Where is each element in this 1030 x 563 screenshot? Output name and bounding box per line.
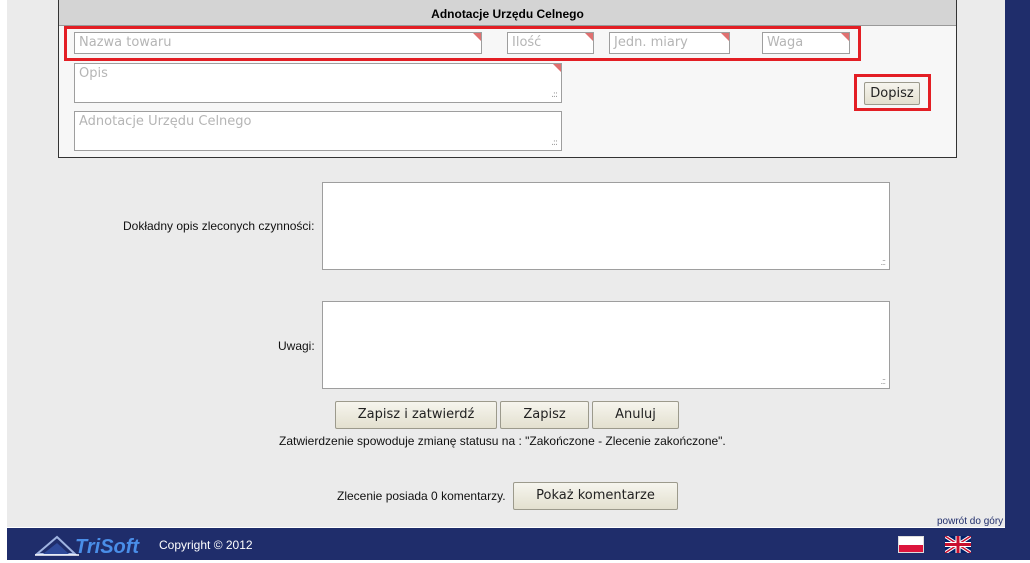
adnotacje-textarea[interactable]: Adnotacje Urzędu Celnego .:: [74,111,562,151]
zapisz-button[interactable]: Zapisz [500,401,589,429]
highlight-dopisz [854,74,931,111]
opis-czynnosci-label: Dokładny opis zleconych czynności: [123,219,315,233]
resize-grip-icon[interactable]: .:: [551,139,558,148]
required-marker-icon [553,64,561,72]
adnotacje-placeholder: Adnotacje Urzędu Celnego [79,114,252,129]
pokaz-komentarze-button[interactable]: Pokaż komentarze [513,482,678,510]
resize-grip-icon[interactable]: .:: [880,377,885,386]
opis-czynnosci-textarea[interactable]: .:: [322,182,890,270]
copyright-text: Copyright © 2012 [159,538,253,552]
resize-grip-icon[interactable]: .:: [551,91,558,100]
english-flag-icon[interactable] [944,534,972,555]
back-to-top-link[interactable]: powrót do góry [937,516,1003,527]
opis-placeholder: Opis [79,66,108,81]
footer: TriSoft Copyright © 2012 [7,528,1005,560]
opis-textarea[interactable]: Opis .:: [74,63,562,103]
panel-title: Adnotacje Urzędu Celnego [431,7,584,21]
zapisz-zatwierdz-button[interactable]: Zapisz i zatwierdź [335,401,497,429]
anuluj-button[interactable]: Anuluj [592,401,679,429]
status-note: Zatwierdzenie spowoduje zmianę statusu n… [279,434,726,448]
polish-flag-icon[interactable] [898,536,924,553]
uwagi-label: Uwagi: [278,339,315,353]
resize-grip-icon[interactable]: .:: [880,258,885,267]
goods-panel: Adnotacje Urzędu Celnego Nazwa towaru Il… [58,0,957,158]
uwagi-textarea[interactable]: .:: [322,301,890,389]
comments-note: Zlecenie posiada 0 komentarzy. [337,489,506,503]
panel-header: Adnotacje Urzędu Celnego [59,0,956,26]
right-border-strip [1005,0,1030,560]
trisoft-logo: TriSoft [34,534,145,558]
brand-text: TriSoft [75,536,140,556]
highlight-goods-row [64,26,861,61]
